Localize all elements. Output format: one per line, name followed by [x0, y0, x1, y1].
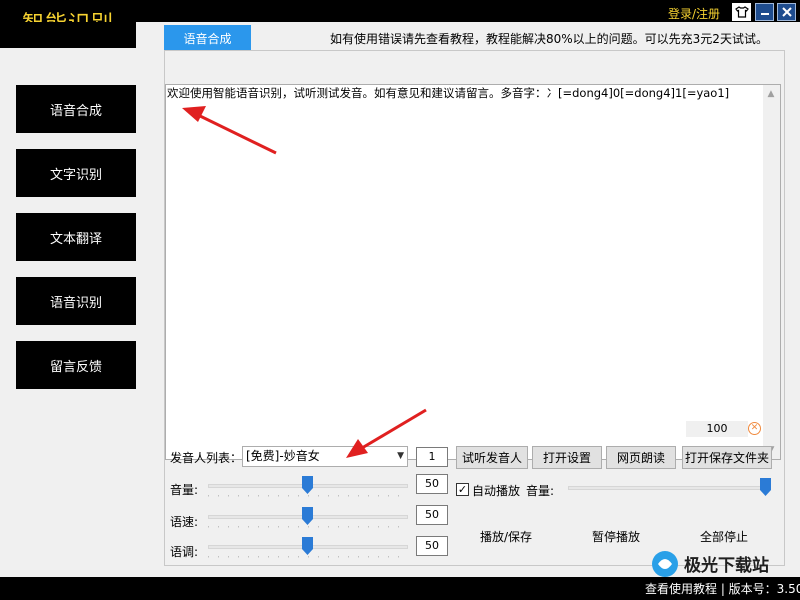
text-editor[interactable]: 欢迎使用智能语音识别，试听测试发音。如有意见和建议请留言。多音字：冫[=dong… [165, 84, 781, 460]
volume-label: 音量: [170, 483, 199, 497]
editor-scrollbar[interactable]: ▲ ▼ [763, 85, 780, 459]
voice-list-label: 发音人列表： [170, 451, 243, 465]
pitch-ticks [208, 556, 408, 558]
chevron-down-icon: ▼ [397, 451, 404, 461]
voice-selected: [免费]-妙音女 [246, 449, 320, 463]
open-folder-button[interactable]: 打开保存文件夹 [682, 446, 772, 469]
skin-button[interactable] [732, 3, 751, 21]
speed-value-field[interactable]: 50 [416, 505, 448, 525]
volume-slider-thumb[interactable] [302, 476, 313, 494]
title-extension [0, 22, 136, 48]
sidebar-item-asr[interactable]: 语音识别 [16, 277, 136, 325]
minimize-button[interactable] [755, 3, 774, 21]
notice-text: 如有使用错误请先查看教程，教程能解决80%以上的问题。可以先充3元2天试试。 [330, 32, 768, 46]
preview-voice-button[interactable]: 试听发音人 [456, 446, 528, 469]
tab-tts[interactable]: 语音合成 [164, 25, 251, 51]
open-settings-button[interactable]: 打开设置 [532, 446, 602, 469]
voice-count-field[interactable]: 1 [416, 447, 448, 467]
play-volume-slider-track[interactable] [568, 486, 768, 490]
sidebar-item-tts[interactable]: 语音合成 [16, 85, 136, 133]
scroll-up-icon[interactable]: ▲ [766, 89, 776, 99]
speed-slider-thumb[interactable] [302, 507, 313, 525]
play-volume-slider-thumb[interactable] [760, 478, 771, 496]
speed-label: 语速: [170, 515, 199, 529]
sidebar-item-ocr[interactable]: 文字识别 [16, 149, 136, 197]
sidebar-item-feedback[interactable]: 留言反馈 [16, 341, 136, 389]
clear-icon[interactable]: ✕ [748, 422, 761, 435]
play-volume-label: 音量: [526, 484, 555, 498]
footer-tutorial-version[interactable]: 查看使用教程 | 版本号：3.50 [645, 580, 800, 597]
editor-text[interactable]: 欢迎使用智能语音识别，试听测试发音。如有意见和建议请留言。多音字：冫[=dong… [167, 85, 729, 101]
watermark: 极光下载站 [650, 545, 800, 585]
minimize-icon [760, 13, 769, 15]
watermark-logo-icon [652, 551, 678, 577]
web-read-button[interactable]: 网页朗读 [606, 446, 676, 469]
auto-play-checkbox[interactable]: ✓ [456, 483, 469, 496]
shirt-icon [734, 6, 749, 18]
auto-play-label: 自动播放 [472, 484, 521, 498]
volume-value-field[interactable]: 50 [416, 474, 448, 494]
pitch-label: 语调: [170, 545, 199, 559]
play-save-button[interactable]: 播放/保存 [480, 528, 532, 545]
volume-ticks [208, 495, 408, 497]
close-icon [781, 7, 792, 17]
pause-button[interactable]: 暂停播放 [592, 528, 640, 545]
voice-select[interactable]: [免费]-妙音女 ▼ [242, 446, 408, 467]
pitch-value-field[interactable]: 50 [416, 536, 448, 556]
stop-all-button[interactable]: 全部停止 [700, 528, 748, 545]
sidebar-item-translate[interactable]: 文本翻译 [16, 213, 136, 261]
close-button[interactable] [777, 3, 796, 21]
watermark-text: 极光下载站 [684, 556, 769, 576]
login-register-link[interactable]: 登录/注册 [668, 5, 720, 22]
speed-ticks [208, 526, 408, 528]
char-count: 100 [686, 421, 748, 437]
pitch-slider-thumb[interactable] [302, 537, 313, 555]
